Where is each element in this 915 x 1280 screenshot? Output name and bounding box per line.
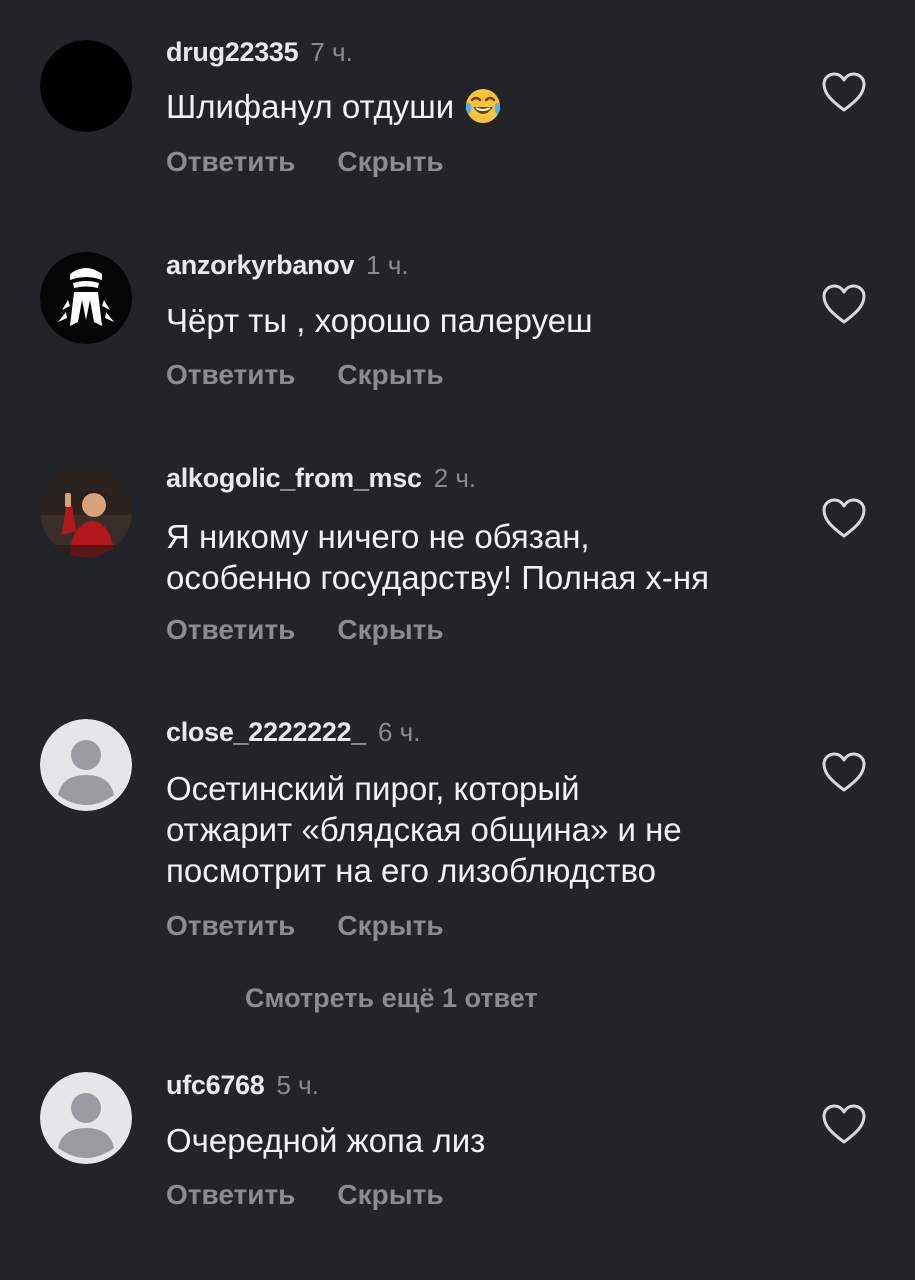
avatar[interactable]	[40, 40, 132, 132]
timestamp: 2 ч.	[433, 463, 477, 493]
default-avatar-icon[interactable]	[40, 1072, 132, 1164]
reply-button[interactable]: Ответить	[166, 910, 295, 941]
comment-text-content: Очередной жопа лиз	[166, 1122, 486, 1159]
comment-meta: anzorkyrbanov 1 ч.	[166, 250, 409, 280]
comment-actions: Ответить Скрыть	[166, 1178, 444, 1212]
comment-text: Я никому ничего не обязан, особенно госу…	[166, 516, 806, 598]
reply-button[interactable]: Ответить	[166, 359, 295, 390]
username[interactable]: alkogolic_from_msc	[166, 463, 422, 493]
username[interactable]: anzorkyrbanov	[166, 250, 354, 280]
avatar[interactable]	[40, 252, 132, 344]
comment-meta: close_2222222_ 6 ч.	[166, 717, 420, 747]
reply-button[interactable]: Ответить	[166, 146, 295, 177]
timestamp: 5 ч.	[276, 1070, 319, 1100]
timestamp: 6 ч.	[378, 717, 421, 747]
comment-actions: Ответить Скрыть	[166, 613, 444, 647]
reply-button[interactable]: Ответить	[166, 1179, 295, 1210]
comment-meta: drug22335 7 ч.	[166, 37, 353, 67]
hide-button[interactable]: Скрыть	[337, 146, 443, 177]
comment-text-content: Чёрт ты , хорошо палеруеш	[166, 302, 593, 339]
default-avatar-icon[interactable]	[40, 719, 132, 811]
comment-text-line: отжарит «блядская община» и не	[166, 811, 682, 848]
hide-button[interactable]: Скрыть	[337, 614, 443, 645]
comment-text-line: особенно государству! Полная х-ня	[166, 559, 710, 596]
comment-text: Осетинский пирог, который отжарит «блядс…	[166, 768, 806, 891]
like-heart-icon[interactable]	[820, 750, 868, 794]
timestamp: 1 ч.	[366, 250, 409, 280]
face-with-tears-of-joy-icon	[464, 87, 502, 125]
comment-text: Шлифанул отдуши	[166, 86, 806, 127]
view-more-replies-button[interactable]: Смотреть ещё 1 ответ	[245, 980, 538, 1016]
comment-text: Чёрт ты , хорошо палеруеш	[166, 300, 806, 341]
comment-meta: ufc6768 5 ч.	[166, 1070, 319, 1100]
avatar[interactable]	[40, 465, 132, 557]
comment-actions: Ответить Скрыть	[166, 358, 444, 392]
hide-button[interactable]: Скрыть	[337, 359, 443, 390]
username[interactable]: drug22335	[166, 37, 299, 67]
like-heart-icon[interactable]	[820, 282, 868, 326]
like-heart-icon[interactable]	[820, 70, 868, 114]
reply-button[interactable]: Ответить	[166, 614, 295, 645]
username[interactable]: close_2222222_	[166, 717, 366, 747]
like-heart-icon[interactable]	[820, 496, 868, 540]
hide-button[interactable]: Скрыть	[337, 910, 443, 941]
like-heart-icon[interactable]	[820, 1102, 868, 1146]
timestamp: 7 ч.	[310, 37, 353, 67]
comment-text-content: Шлифанул отдуши	[166, 88, 455, 125]
comment-text-line: Осетинский пирог, который	[166, 770, 580, 807]
comment-meta: alkogolic_from_msc 2 ч.	[166, 463, 476, 493]
hide-button[interactable]: Скрыть	[337, 1179, 443, 1210]
comment-text-line: Я никому ничего не обязан,	[166, 518, 590, 555]
comment-actions: Ответить Скрыть	[166, 909, 444, 943]
comment-text: Очередной жопа лиз	[166, 1120, 806, 1161]
comment-actions: Ответить Скрыть	[166, 145, 444, 179]
comment-text-line: посмотрит на его лизоблюдство	[166, 852, 657, 889]
username[interactable]: ufc6768	[166, 1070, 265, 1100]
